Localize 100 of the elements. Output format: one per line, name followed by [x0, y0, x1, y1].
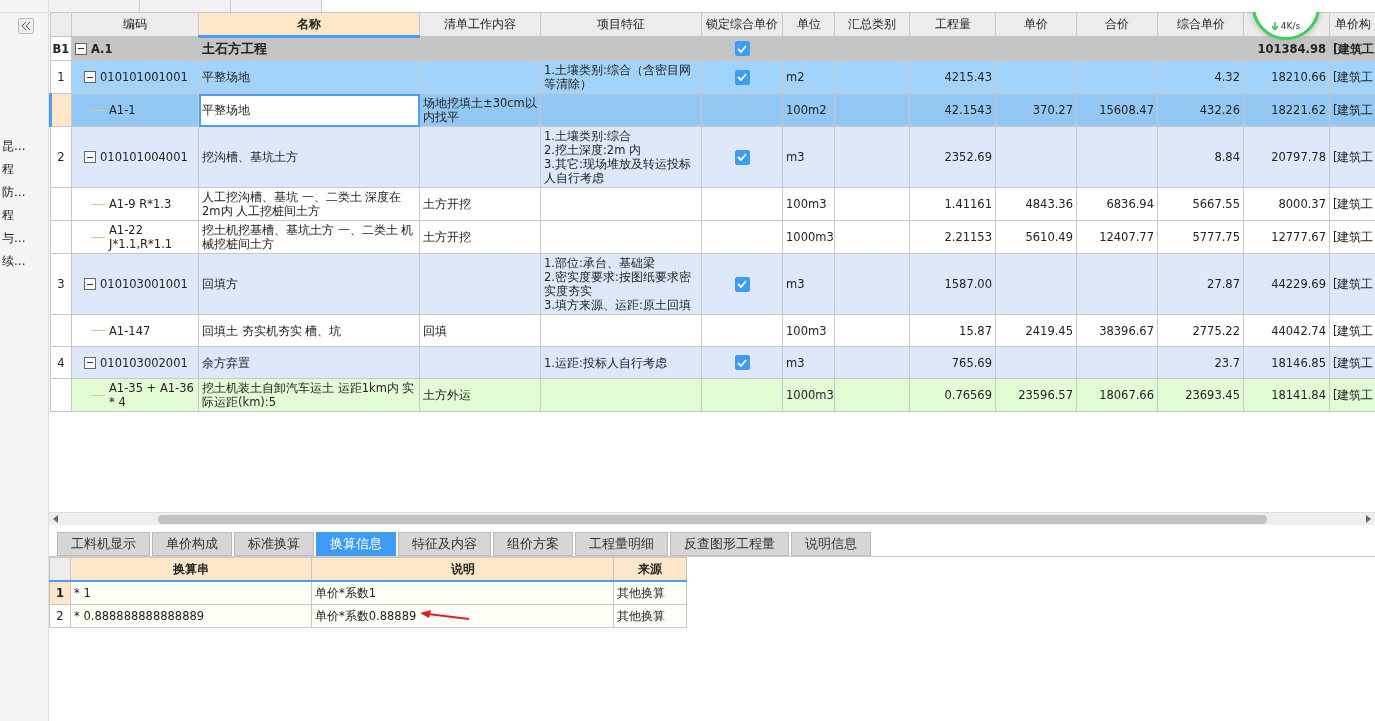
sidebar-item[interactable]: 防...: [0, 184, 26, 201]
combined-price-value: 44229.69: [1271, 277, 1326, 291]
combined-price-value: 12777.67: [1271, 230, 1326, 244]
rate-text: 4K/s: [1280, 21, 1301, 31]
total-value: 18067.66: [1099, 388, 1154, 402]
price-build-text: [建筑工: [1333, 103, 1374, 117]
column-header[interactable]: 锁定综合单价: [701, 12, 783, 37]
column-header[interactable]: 名称: [198, 12, 420, 37]
unit-price-value: 23693.45: [1185, 388, 1240, 402]
name-text: 人工挖沟槽、基坑 一、二类土 深度在2m内 人工挖桩间土方: [202, 190, 402, 218]
unit-text: m3: [786, 150, 805, 164]
collapse-toggle[interactable]: [84, 356, 96, 369]
collapse-toggle[interactable]: [84, 151, 96, 163]
sidebar-item[interactable]: 程: [0, 161, 14, 178]
price-build-text: [建筑工: [1333, 388, 1374, 402]
right-arrow-icon[interactable]: [1366, 515, 1371, 523]
code-text: A1-9 R*1.3: [109, 197, 172, 211]
name-text: 回填土 夯实机夯实 槽、坑: [202, 323, 342, 338]
down-arrow-icon: [1271, 22, 1278, 30]
combined-price-value: 8000.37: [1278, 197, 1326, 211]
row-number: 1: [50, 60, 72, 94]
unit-price-value: 432.26: [1199, 103, 1240, 117]
tab[interactable]: 标准换算: [234, 532, 314, 556]
price-value: 23596.57: [1018, 388, 1073, 402]
column-header[interactable]: 汇总类别: [834, 12, 910, 37]
unit-text: 100m3: [786, 197, 827, 211]
column-header[interactable]: 工程量: [909, 12, 996, 37]
source-text: 其他换算: [617, 609, 665, 623]
checkbox[interactable]: [734, 41, 750, 56]
quantity-value: 42.1543: [944, 103, 992, 117]
horizontal-scrollbar[interactable]: [49, 512, 1375, 525]
combined-price-value: 20797.78: [1271, 150, 1326, 164]
work-content-text: 土方开挖: [423, 230, 471, 244]
code-text: 010103001001: [100, 277, 188, 291]
column-header[interactable]: 单价构: [1329, 12, 1375, 37]
price-value: 5610.49: [1025, 230, 1073, 244]
unit-text: m2: [786, 70, 805, 84]
column-header[interactable]: 单价: [995, 12, 1077, 37]
sidebar-item[interactable]: 程: [0, 207, 14, 224]
column-header[interactable]: 综合单价: [1157, 12, 1244, 37]
code-text: A1-35 + A1-36 * 4: [109, 381, 195, 409]
tab[interactable]: 说明信息: [791, 532, 871, 556]
unit-price-value: 23.7: [1214, 355, 1240, 370]
checkbox[interactable]: [734, 69, 750, 85]
sidebar-item[interactable]: 与...: [0, 230, 26, 247]
unit-price-value: 2775.22: [1192, 323, 1240, 338]
name-text: 平整场地: [202, 70, 250, 84]
column-header: 说明: [311, 557, 614, 581]
sidebar-item[interactable]: 续...: [0, 253, 26, 270]
column-header[interactable]: 编码: [71, 12, 199, 37]
name-text: 挖土机装土自卸汽车运土 运距1km内 实际运距(km):5: [202, 381, 415, 409]
combined-price-value: 18221.62: [1271, 103, 1326, 117]
total-value: 38396.67: [1099, 323, 1154, 338]
row-number: 2: [50, 126, 72, 188]
collapse-toggle[interactable]: [75, 42, 87, 55]
total-value: 6836.94: [1106, 197, 1154, 211]
column-header[interactable]: 项目特征: [540, 12, 702, 37]
work-content-text: 场地挖填土±30cm以内找平: [423, 96, 537, 124]
code-text: A1-1: [109, 103, 136, 117]
feature-text: 1.部位:承台、基础梁 2.密实度要求:按图纸要求密实度夯实 3.填方来源、运距:原土回填: [544, 256, 691, 312]
tab[interactable]: 特征及内容: [398, 532, 491, 556]
price-build-text: [建筑工: [1333, 323, 1374, 338]
total-value: 15608.47: [1099, 103, 1154, 117]
checkbox[interactable]: [734, 355, 750, 370]
sidebar-item[interactable]: 昆...: [0, 138, 26, 155]
quantity-value: 2352.69: [944, 150, 992, 164]
description-text: 单价*系数0.88889: [315, 609, 417, 623]
checkbox[interactable]: [734, 149, 750, 165]
tab[interactable]: 组价方案: [493, 532, 573, 556]
column-header[interactable]: 合价: [1076, 12, 1158, 37]
name-text: 余方弃置: [202, 355, 250, 370]
unit-text: 1000m3: [786, 230, 834, 244]
price-value: 370.27: [1032, 103, 1073, 117]
collapse-toggle[interactable]: [84, 278, 96, 290]
row-number: 4: [50, 346, 72, 379]
unit-price-value: 5667.55: [1192, 197, 1240, 211]
quantity-value: 15.87: [959, 323, 992, 338]
column-header[interactable]: 单位: [782, 12, 835, 37]
column-header[interactable]: 清单工作内容: [419, 12, 541, 37]
left-arrow-icon[interactable]: [53, 515, 58, 523]
tab[interactable]: 工料机显示: [57, 532, 150, 556]
source-text: 其他换算: [617, 586, 665, 600]
price-build-text: [建筑工: [1333, 230, 1374, 244]
price-build-text: [建筑工: [1333, 197, 1374, 211]
column-header: 来源: [613, 557, 687, 581]
feature-text: 1.运距:投标人自行考虑: [544, 355, 667, 370]
collapse-button[interactable]: [18, 18, 34, 34]
code-text: 010101001001: [100, 70, 188, 84]
column-header: 换算串: [70, 557, 312, 581]
collapse-toggle[interactable]: [84, 71, 96, 83]
row-number: 3: [50, 253, 72, 315]
unit-price-value: 4.32: [1214, 70, 1240, 84]
work-content-text: 土方开挖: [423, 197, 471, 211]
tab[interactable]: 单价构成: [152, 532, 232, 556]
tab[interactable]: 反查图形工程量: [670, 532, 789, 556]
code-text: A1-22 J*1.1,R*1.1: [109, 223, 174, 251]
name-text: 挖沟槽、基坑土方: [202, 150, 298, 164]
price-build-text: [建筑工: [1333, 41, 1375, 56]
tab[interactable]: 工程量明细: [575, 532, 668, 556]
checkbox[interactable]: [734, 276, 750, 292]
